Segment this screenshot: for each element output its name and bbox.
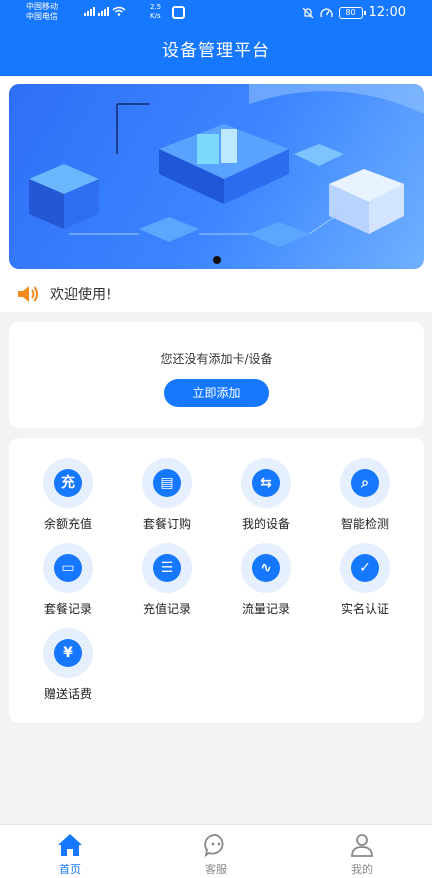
- grid-item-label: 实名认证: [340, 602, 389, 616]
- grid-item-my-device[interactable]: ⇆ 我的设备: [207, 458, 307, 538]
- tab-label: 首页: [59, 863, 81, 876]
- smart-detect-icon: ⌕: [340, 458, 390, 508]
- banner-carousel[interactable]: [9, 84, 424, 269]
- carrier-1: 中国移动: [26, 2, 58, 11]
- grid-item-real-name[interactable]: ✓ 实名认证: [306, 543, 406, 623]
- page-title: 设备管理平台: [162, 41, 270, 61]
- tab-label: 我的: [351, 863, 373, 876]
- grid-item-package-record[interactable]: ▭ 套餐记录: [9, 543, 109, 623]
- wifi-icon: [112, 6, 126, 16]
- net-speed: 2.5 K/s: [150, 3, 162, 20]
- bottom-tab-bar: 首页 客服 我的: [0, 824, 432, 878]
- gift-credit-icon: ¥: [43, 628, 93, 678]
- grid-item-label: 赠送话费: [43, 687, 92, 701]
- traffic-record-icon: ∿: [241, 543, 291, 593]
- clock: 12:00: [368, 5, 406, 20]
- speaker-icon: [18, 286, 38, 302]
- app-notification-icon: [172, 6, 185, 19]
- status-right: 80 12:00: [302, 5, 406, 20]
- banner-illustration: [29, 84, 424, 247]
- my-device-icon: ⇆: [241, 458, 291, 508]
- real-name-icon: ✓: [340, 543, 390, 593]
- carousel-dot[interactable]: [213, 256, 221, 264]
- grid-item-traffic-record[interactable]: ∿ 流量记录: [207, 543, 307, 623]
- grid-item-label: 智能检测: [340, 517, 389, 531]
- speed-icon: [319, 8, 333, 17]
- notice-bar: 欢迎使用!: [16, 284, 112, 304]
- grid-item-recharge-record[interactable]: ☰ 充值记录: [108, 543, 208, 623]
- empty-message: 您还没有添加卡/设备: [160, 352, 273, 366]
- tab-mine[interactable]: 我的: [332, 831, 392, 877]
- notice-text: 欢迎使用!: [50, 287, 112, 303]
- home-icon: [58, 834, 82, 856]
- battery-icon: 80: [338, 6, 366, 19]
- grid-item-balance-recharge[interactable]: 充 余额充值: [9, 458, 109, 538]
- add-now-button[interactable]: 立即添加: [164, 379, 269, 407]
- grid-item-smart-detect[interactable]: ⌕ 智能检测: [306, 458, 406, 538]
- recharge-record-icon: ☰: [142, 543, 192, 593]
- user-icon: [351, 834, 373, 857]
- mute-bell-icon: [302, 7, 313, 18]
- grid-item-gift-credit[interactable]: ¥ 赠送话费: [9, 628, 109, 708]
- carrier-2: 中国电信: [26, 12, 58, 21]
- package-record-icon: ▭: [43, 543, 93, 593]
- status-bar: 中国移动 中国电信 2.5 K/s 80 12:00: [0, 0, 432, 26]
- grid-item-package-order[interactable]: ▤ 套餐订购: [108, 458, 208, 538]
- signal-icon: [84, 6, 126, 16]
- function-grid: 充 余额充值 ▤ 套餐订购 ⇆ 我的设备 ⌕ 智能检测 ▭ 套餐记录 ☰ 充值记…: [9, 438, 424, 723]
- empty-device-card: 您还没有添加卡/设备 立即添加: [9, 322, 424, 428]
- recharge-icon: 充: [43, 458, 93, 508]
- banner-section: 欢迎使用!: [0, 76, 432, 312]
- carrier-info: 中国移动 中国电信: [26, 2, 58, 22]
- tab-customer-service[interactable]: 客服: [186, 831, 246, 877]
- tab-home[interactable]: 首页: [40, 831, 100, 877]
- top-app-bar: 中国移动 中国电信 2.5 K/s 80 12:00 设备管理平台: [0, 0, 432, 76]
- tab-label: 客服: [205, 863, 227, 876]
- package-order-icon: ▤: [142, 458, 192, 508]
- chat-bubble-icon: [204, 834, 224, 857]
